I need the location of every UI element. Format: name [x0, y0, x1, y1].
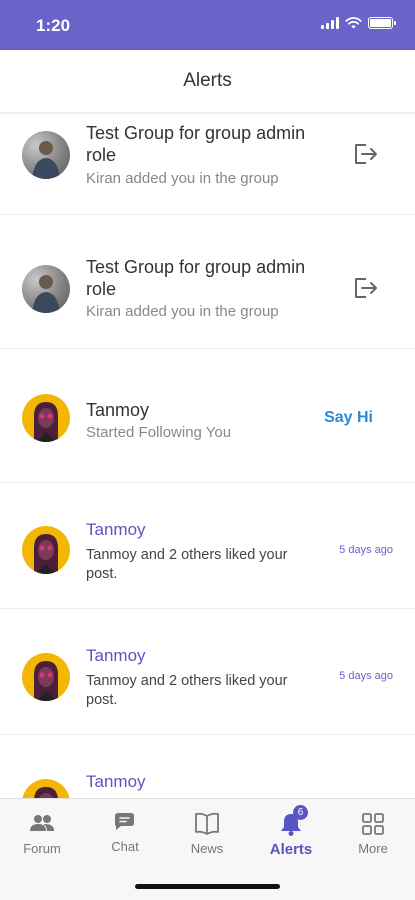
nav-label: Alerts	[269, 841, 313, 858]
book-icon	[195, 812, 219, 835]
avatar	[22, 526, 70, 574]
battery-icon	[368, 16, 396, 29]
alert-row[interactable]: Tanmoy Started Following You Say Hi	[0, 349, 415, 483]
avatar	[22, 653, 70, 701]
alert-time: 5 days ago	[339, 544, 393, 556]
nav-label: Chat	[111, 839, 139, 854]
signal-icon	[321, 16, 339, 29]
alert-row[interactable]: Tanmoy Tanmoy and 2 others liked your po…	[0, 609, 415, 735]
nav-news[interactable]: News	[172, 811, 242, 856]
nav-alerts[interactable]: 6 Alerts	[256, 805, 326, 858]
grid-icon	[362, 813, 384, 835]
people-icon	[30, 815, 54, 831]
avatar	[22, 394, 70, 442]
avatar	[22, 265, 70, 313]
alert-title: Test Group for group admin role	[86, 123, 306, 165]
alert-subtitle: Started Following You	[86, 424, 232, 441]
chat-icon	[115, 813, 134, 830]
alert-subtitle: Kiran added you in the group	[86, 170, 279, 187]
alert-title: Test Group for group admin role	[86, 257, 306, 299]
avatar	[22, 131, 70, 179]
alert-title[interactable]: Tanmoy	[86, 645, 316, 667]
alert-title: Tanmoy	[86, 400, 150, 420]
alert-subtitle: Tanmoy and 2 others liked your post.	[86, 547, 288, 582]
header: Alerts	[0, 50, 415, 112]
alerts-list[interactable]: Test Group for group admin role Kiran ad…	[0, 112, 415, 798]
bell-icon-wrap: 6	[277, 805, 308, 837]
nav-more[interactable]: More	[338, 811, 408, 856]
alert-time: 5 days ago	[339, 670, 393, 682]
alert-subtitle: Tanmoy and 2 others liked your post.	[86, 673, 288, 708]
status-bar: 1:20	[0, 0, 415, 50]
nav-forum[interactable]: Forum	[7, 811, 77, 856]
alerts-badge: 6	[293, 805, 308, 820]
alert-subtitle: Kiran added you in the group	[86, 303, 279, 320]
avatar	[22, 779, 70, 798]
status-icons	[321, 16, 396, 29]
alert-row[interactable]: Test Group for group admin role Kiran ad…	[0, 112, 415, 215]
alert-row[interactable]: Tanmoy Tanmoy and 2 others liked your po…	[0, 483, 415, 609]
status-time: 1:20	[36, 16, 71, 35]
nav-label: More	[358, 841, 388, 856]
say-hi-button[interactable]: Say Hi	[324, 409, 373, 427]
exit-icon[interactable]	[353, 143, 379, 165]
exit-icon[interactable]	[353, 277, 379, 299]
page-title: Alerts	[183, 70, 232, 91]
alert-row[interactable]: Test Group for group admin role Kiran ad…	[0, 215, 415, 349]
home-indicator	[135, 884, 280, 889]
alert-row[interactable]: Tanmoy	[0, 735, 415, 798]
nav-label: News	[190, 841, 224, 856]
alert-title[interactable]: Tanmoy	[86, 519, 316, 541]
nav-chat[interactable]: Chat	[90, 809, 160, 854]
nav-label: Forum	[23, 841, 61, 856]
wifi-icon	[345, 17, 362, 29]
alert-title[interactable]: Tanmoy	[86, 771, 316, 793]
